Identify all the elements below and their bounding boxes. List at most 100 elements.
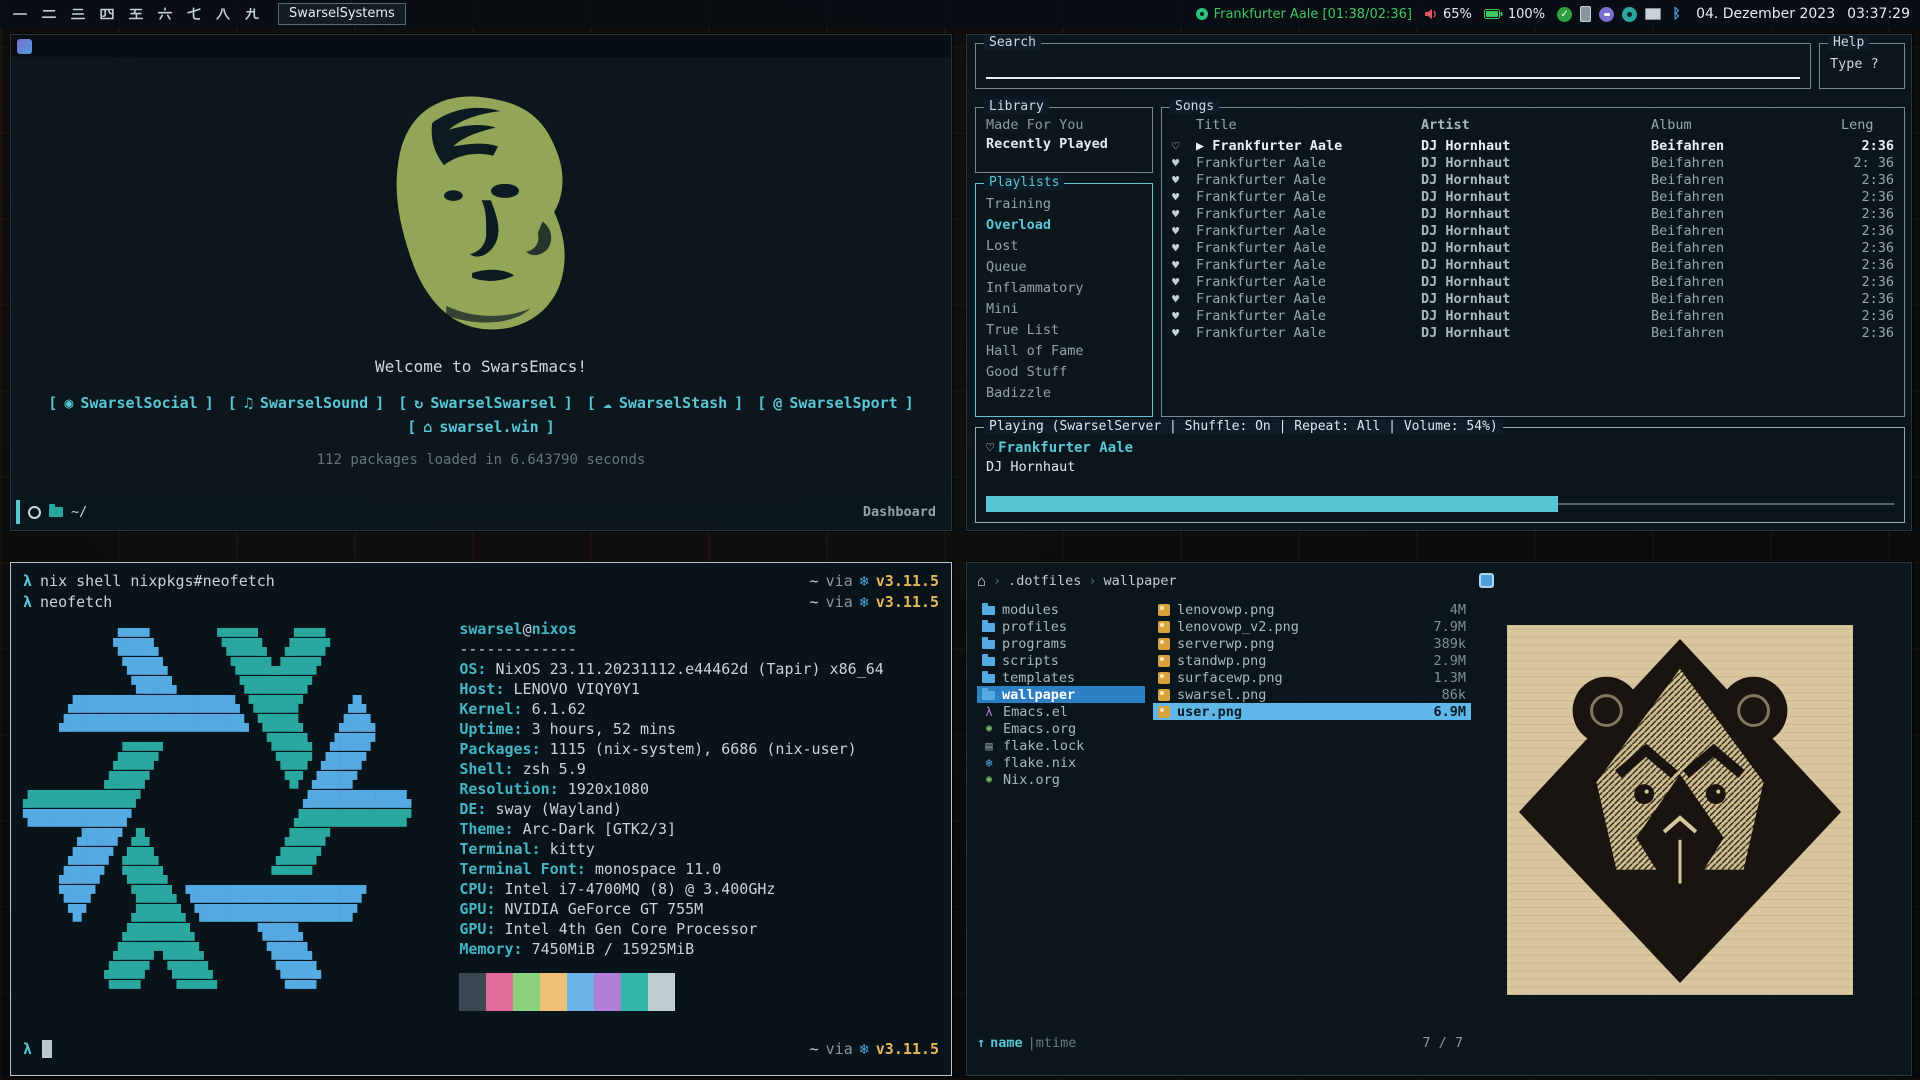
field-label: Packages (459, 740, 531, 758)
battery-value: 100% (1508, 7, 1545, 22)
clock-date[interactable]: 04. Dezember 2023 (1696, 6, 1835, 22)
playlist-item[interactable]: Training (986, 194, 1142, 215)
workspace-8-icon[interactable] (213, 4, 233, 24)
playlist-item[interactable]: Good Stuff (986, 362, 1142, 383)
battery-module[interactable]: 100% (1484, 7, 1545, 22)
emacs-modeline: ~/ Dashboard (16, 500, 946, 524)
search-input[interactable] (986, 77, 1800, 79)
song-row[interactable]: ♥ Frankfurter Aale DJ Hornhaut Beifahren… (1162, 206, 1904, 223)
bar-modules: Frankfurter Aale [01:38/02:36] 65% 100% … (1196, 6, 1920, 22)
tray-icon[interactable] (1622, 7, 1637, 22)
song-row[interactable]: ♥ Frankfurter Aale DJ Hornhaut Beifahren… (1162, 223, 1904, 240)
directory-row[interactable]: programs (977, 635, 1145, 652)
dashboard-link-button[interactable]: ♫SwarselSound (228, 394, 384, 412)
palette-swatch (567, 973, 594, 1011)
tray-icon[interactable] (1580, 6, 1591, 22)
sort-direction-icon[interactable]: ↑ (977, 1035, 985, 1051)
song-row[interactable]: ♡ ▶ Frankfurter Aale DJ Hornhaut Beifahr… (1162, 138, 1904, 155)
entry-name: scripts (1002, 653, 1059, 669)
column-artist[interactable]: Artist (1421, 117, 1651, 134)
tray-icon[interactable] (1645, 8, 1661, 20)
workspace-2-icon[interactable] (39, 4, 59, 24)
emacs-tab-icon[interactable] (17, 39, 32, 54)
directory-row[interactable]: templates (977, 669, 1145, 686)
library-item[interactable]: Made For You (986, 116, 1142, 135)
playlist-item[interactable]: Mini (986, 299, 1142, 320)
file-row[interactable]: swarsel.png 86k (1153, 686, 1471, 703)
directory-row[interactable]: Emacs.org (977, 720, 1145, 737)
file-type-icon (982, 705, 996, 719)
breadcrumb-segment[interactable]: ›.dotfiles (993, 573, 1081, 589)
dashboard-link-button[interactable]: ↻SwarselSwarsel (398, 394, 573, 412)
library-item[interactable]: Recently Played (986, 135, 1142, 154)
workspace-1-icon[interactable] (10, 4, 30, 24)
dashboard-link-button[interactable]: @SwarselSport (757, 394, 913, 412)
playlist-item[interactable]: Badizzle (986, 383, 1142, 404)
directory-row[interactable]: modules (977, 601, 1145, 618)
now-playing-module[interactable]: Frankfurter Aale [01:38/02:36] (1196, 7, 1412, 22)
tray-icon[interactable] (1557, 7, 1572, 22)
playlist-item[interactable]: True List (986, 320, 1142, 341)
dashboard-link-button[interactable]: ☁SwarselStash (587, 394, 743, 412)
playing-status-label: Playing (SwarselServer | Shuffle: On | R… (984, 419, 1503, 434)
file-row[interactable]: user.png 6.9M (1153, 703, 1471, 720)
swarsel-win-link[interactable]: ⌂swarsel.win (407, 418, 554, 436)
music-player-window[interactable]: Search Help Type ? Library Made For YouR… (966, 34, 1912, 531)
song-row[interactable]: ♥ Frankfurter Aale DJ Hornhaut Beifahren… (1162, 257, 1904, 274)
workspace-5-icon[interactable] (126, 4, 146, 24)
terminal-window[interactable]: λ nix shell nixpkgs#neofetch ~via❄v3.11.… (10, 562, 952, 1076)
column-length[interactable]: Leng (1841, 117, 1894, 134)
column-title[interactable]: Title (1196, 117, 1421, 134)
link-icon: ☁ (603, 394, 612, 412)
song-row[interactable]: ♥ Frankfurter Aale DJ Hornhaut Beifahren… (1162, 291, 1904, 308)
directory-row[interactable]: wallpaper (977, 686, 1145, 703)
file-row[interactable]: lenovowp_v2.png 7.9M (1153, 618, 1471, 635)
playlist-item[interactable]: Lost (986, 236, 1142, 257)
song-row[interactable]: ♥ Frankfurter Aale DJ Hornhaut Beifahren… (1162, 308, 1904, 325)
tray-icon[interactable] (1599, 7, 1614, 22)
song-row[interactable]: ♥ Frankfurter Aale DJ Hornhaut Beifahren… (1162, 274, 1904, 291)
song-row[interactable]: ♥ Frankfurter Aale DJ Hornhaut Beifahren… (1162, 155, 1904, 172)
workspace-7-icon[interactable] (184, 4, 204, 24)
workspace-6-icon[interactable] (155, 4, 175, 24)
dashboard-link-button[interactable]: ◉SwarselSocial (48, 394, 214, 412)
home-icon[interactable]: ⌂ (977, 572, 986, 590)
song-row[interactable]: ♥ Frankfurter Aale DJ Hornhaut Beifahren… (1162, 189, 1904, 206)
file-row[interactable]: standwp.png 2.9M (1153, 652, 1471, 669)
file-row[interactable]: surfacewp.png 1.3M (1153, 669, 1471, 686)
sort-secondary[interactable]: |mtime (1028, 1035, 1077, 1051)
directory-row[interactable]: Emacs.el (977, 703, 1145, 720)
field-label: Uptime (459, 720, 513, 738)
search-box[interactable]: Search (975, 43, 1811, 89)
workspace-4-icon[interactable] (97, 4, 117, 24)
directory-row[interactable]: flake.nix (977, 754, 1145, 771)
song-length: 2:36 (1841, 274, 1894, 291)
breadcrumb-segment[interactable]: ›wallpaper (1088, 573, 1176, 589)
playlist-item[interactable]: Inflammatory (986, 278, 1142, 299)
clock-time[interactable]: 03:37:29 (1847, 6, 1910, 22)
emacs-dashboard-window[interactable]: Welcome to SwarsEmacs! ◉SwarselSocial ♫S… (10, 34, 952, 531)
directory-row[interactable]: flake.lock (977, 737, 1145, 754)
song-row[interactable]: ♥ Frankfurter Aale DJ Hornhaut Beifahren… (1162, 172, 1904, 189)
tray-icon[interactable] (1669, 7, 1684, 22)
progress-bar[interactable] (986, 496, 1894, 512)
song-length: 2:36 (1841, 257, 1894, 274)
file-manager-window[interactable]: ⌂ ›.dotfiles ›wallpaper modules profiles (966, 562, 1912, 1076)
sort-primary[interactable]: name (990, 1035, 1023, 1051)
song-row[interactable]: ♥ Frankfurter Aale DJ Hornhaut Beifahren… (1162, 325, 1904, 342)
song-row[interactable]: ♥ Frankfurter Aale DJ Hornhaut Beifahren… (1162, 240, 1904, 257)
directory-row[interactable]: Nix.org (977, 771, 1145, 788)
shell-prompt[interactable]: λ ~via❄v3.11.5 (23, 1038, 939, 1059)
directory-row[interactable]: scripts (977, 652, 1145, 669)
file-row[interactable]: serverwp.png 389k (1153, 635, 1471, 652)
directory-row[interactable]: profiles (977, 618, 1145, 635)
column-album[interactable]: Album (1651, 117, 1841, 134)
workspace-3-icon[interactable] (68, 4, 88, 24)
file-row[interactable]: lenovowp.png 4M (1153, 601, 1471, 618)
playlist-item[interactable]: Overload (986, 215, 1142, 236)
playlist-item[interactable]: Hall of Fame (986, 341, 1142, 362)
workspace-9-icon[interactable] (242, 4, 262, 24)
favorite-heart-icon[interactable]: ♡ (986, 440, 994, 456)
playlist-item[interactable]: Queue (986, 257, 1142, 278)
volume-module[interactable]: 65% (1424, 7, 1472, 22)
